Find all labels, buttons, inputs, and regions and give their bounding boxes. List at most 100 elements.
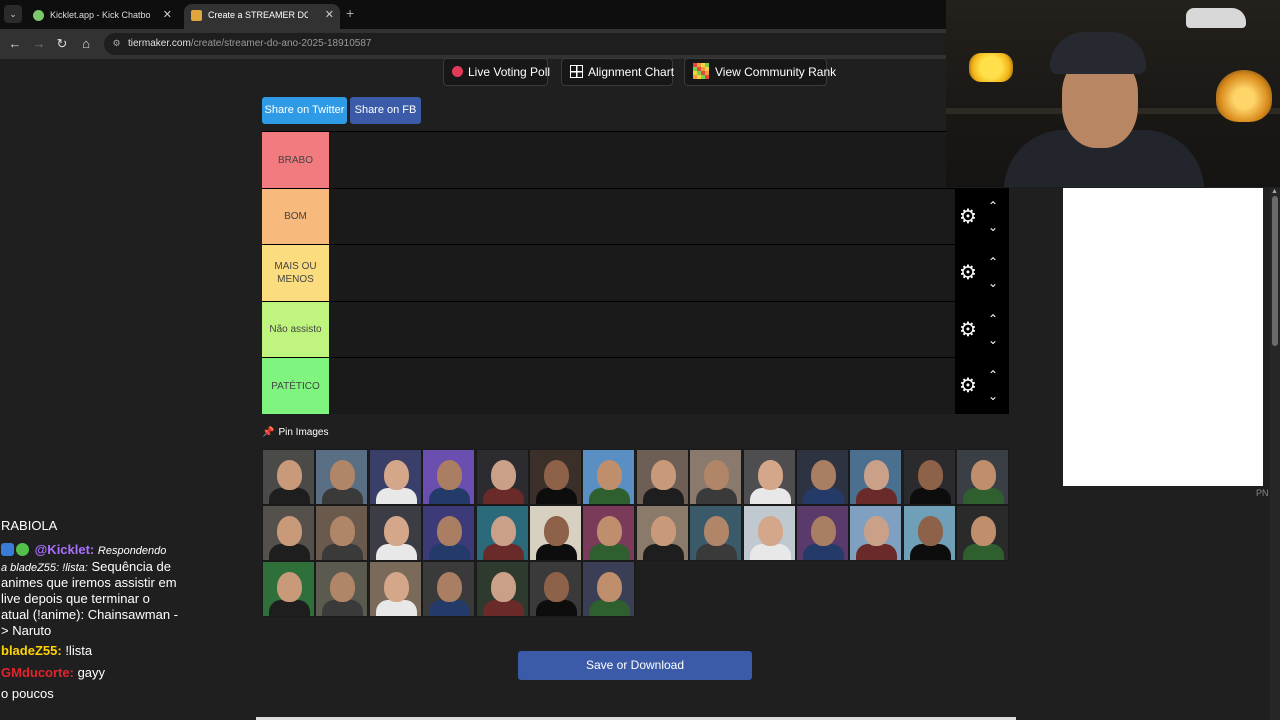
share-fb-button[interactable]: Share on FB (350, 97, 421, 124)
streamer-image-tile[interactable] (742, 449, 796, 505)
portrait-face (437, 516, 463, 546)
portrait-body (269, 544, 310, 560)
forward-icon[interactable]: → (30, 35, 48, 53)
live-voting-poll-button[interactable]: Live Voting Poll (443, 58, 550, 86)
streamer-image-tile[interactable] (635, 449, 689, 505)
streamer-image-tile[interactable] (315, 449, 369, 505)
chevron-down-icon[interactable]: ⌄ (985, 389, 1001, 403)
streamer-image-tile[interactable] (315, 505, 369, 561)
portrait-face (704, 516, 730, 546)
back-icon[interactable]: ← (6, 35, 24, 53)
streamer-image-tile[interactable] (689, 505, 743, 561)
streamer-image-tile[interactable] (529, 561, 582, 617)
streamer-image-tile[interactable] (956, 449, 1010, 505)
new-tab-button[interactable]: + (346, 5, 354, 21)
gear-icon[interactable]: ⚙ (957, 375, 979, 397)
portrait-body (482, 600, 524, 616)
tier-label[interactable]: BOM (262, 188, 329, 245)
gear-icon[interactable]: ⚙ (957, 206, 979, 228)
pin-images-toggle[interactable]: 📌 Pin Images (262, 427, 328, 438)
streamer-image-tile[interactable] (849, 449, 903, 505)
tab-tiermaker[interactable]: Create a STREAMER DO ANO (2 ✕ (184, 4, 340, 29)
chevron-up-icon[interactable]: ⌃ (985, 199, 1001, 213)
portrait-body (536, 600, 577, 616)
alignment-chart-button[interactable]: Alignment Chart (561, 58, 674, 86)
share-twitter-button[interactable]: Share on Twitter (262, 97, 347, 124)
streamer-image-tile[interactable] (582, 505, 636, 561)
streamer-image-tile[interactable] (902, 449, 956, 505)
portrait-face (437, 572, 463, 602)
portrait-body (642, 488, 684, 504)
streamer-image-tile[interactable] (582, 561, 636, 617)
page-scrollbar[interactable]: ▲ (1270, 188, 1280, 720)
view-community-rank-button[interactable]: View Community Rank (684, 58, 836, 86)
streamer-image-tile[interactable] (956, 505, 1010, 561)
chat-message-line: atual (!anime): Chainsawman - (1, 607, 179, 622)
streamer-image-tile[interactable] (422, 561, 476, 617)
tier-drop-zone[interactable] (329, 132, 955, 188)
streamer-image-tile[interactable] (315, 561, 369, 617)
tier-drop-zone[interactable] (329, 301, 955, 358)
scrollbar-thumb[interactable] (1272, 196, 1278, 346)
scroll-up-icon[interactable]: ▲ (1271, 188, 1278, 195)
tier-label[interactable]: PATÉTICO (262, 358, 329, 414)
portrait-body (482, 488, 524, 504)
streamer-image-tile[interactable] (262, 561, 315, 617)
streamer-image-tile[interactable] (796, 449, 849, 505)
tab-search-button[interactable]: ⌄ (4, 5, 22, 23)
streamer-image-tile[interactable] (262, 449, 315, 505)
streamer-image-tile[interactable] (742, 505, 796, 561)
chevron-up-icon[interactable]: ⌃ (985, 255, 1001, 269)
streamer-image-tile[interactable] (902, 505, 956, 561)
portrait-face (437, 460, 463, 490)
streamer-image-tile[interactable] (582, 449, 636, 505)
streamer-image-tile[interactable] (422, 449, 476, 505)
portrait-body (749, 544, 791, 560)
close-tab-icon[interactable]: ✕ (325, 4, 334, 26)
tier-label[interactable]: Não assisto (262, 301, 329, 358)
home-icon[interactable]: ⌂ (77, 35, 95, 53)
streamer-image-tile[interactable] (422, 505, 476, 561)
portrait-face (597, 460, 623, 490)
streamer-image-tile[interactable] (635, 505, 689, 561)
tier-label[interactable]: BRABO (262, 132, 329, 188)
tier-label[interactable]: MAIS OU MENOS (262, 245, 329, 301)
address-bar[interactable]: ⚙ tiermaker.com/create/streamer-do-ano-2… (104, 33, 946, 55)
streamer-image-tile[interactable] (475, 449, 529, 505)
streamer-image-tile[interactable] (849, 505, 903, 561)
streamer-image-tile[interactable] (529, 505, 582, 561)
chevron-down-icon[interactable]: ⌄ (985, 220, 1001, 234)
streamer-image-tile[interactable] (262, 505, 315, 561)
streamer-image-tile[interactable] (475, 561, 529, 617)
portrait-face (864, 516, 890, 546)
portrait-body (803, 488, 844, 504)
tier-drop-zone[interactable] (329, 358, 955, 414)
chevron-up-icon[interactable]: ⌃ (985, 368, 1001, 382)
chevron-down-icon[interactable]: ⌄ (985, 333, 1001, 347)
streamer-image-tile[interactable] (475, 505, 529, 561)
streamer-image-tile[interactable] (796, 505, 849, 561)
close-tab-icon[interactable]: ✕ (163, 4, 172, 26)
tier-controls: ⚙ ⌃ ⌄ (955, 301, 1009, 358)
streamer-image-tile[interactable] (689, 449, 743, 505)
streamer-image-tile[interactable] (368, 505, 422, 561)
gear-icon[interactable]: ⚙ (957, 319, 979, 341)
streamer-image-tile[interactable] (368, 449, 422, 505)
tab-kicklet[interactable]: Kicklet.app - Kick Chatbot and ✕ (26, 4, 178, 29)
site-info-icon[interactable]: ⚙ (111, 38, 122, 49)
reload-icon[interactable]: ↻ (53, 35, 71, 53)
save-download-button[interactable]: Save or Download (518, 651, 752, 680)
gear-icon[interactable]: ⚙ (957, 262, 979, 284)
streamer-image-tile[interactable] (368, 561, 422, 617)
portrait-face (597, 516, 623, 546)
portrait-face (917, 516, 943, 546)
streamer-image-tile[interactable] (529, 449, 582, 505)
tier-controls: ⚙ ⌃ ⌄ (955, 188, 1009, 245)
tier-row: BRABO (262, 131, 1009, 188)
chevron-up-icon[interactable]: ⌃ (985, 312, 1001, 326)
tier-drop-zone[interactable] (329, 188, 955, 245)
tier-drop-zone[interactable] (329, 245, 955, 301)
portrait-body (963, 488, 1005, 504)
chevron-down-icon[interactable]: ⌄ (985, 276, 1001, 290)
tier-list: BRABO BOM ⚙ ⌃ ⌄ MAIS OU MENOS ⚙ ⌃ ⌄ Não … (262, 131, 1009, 414)
